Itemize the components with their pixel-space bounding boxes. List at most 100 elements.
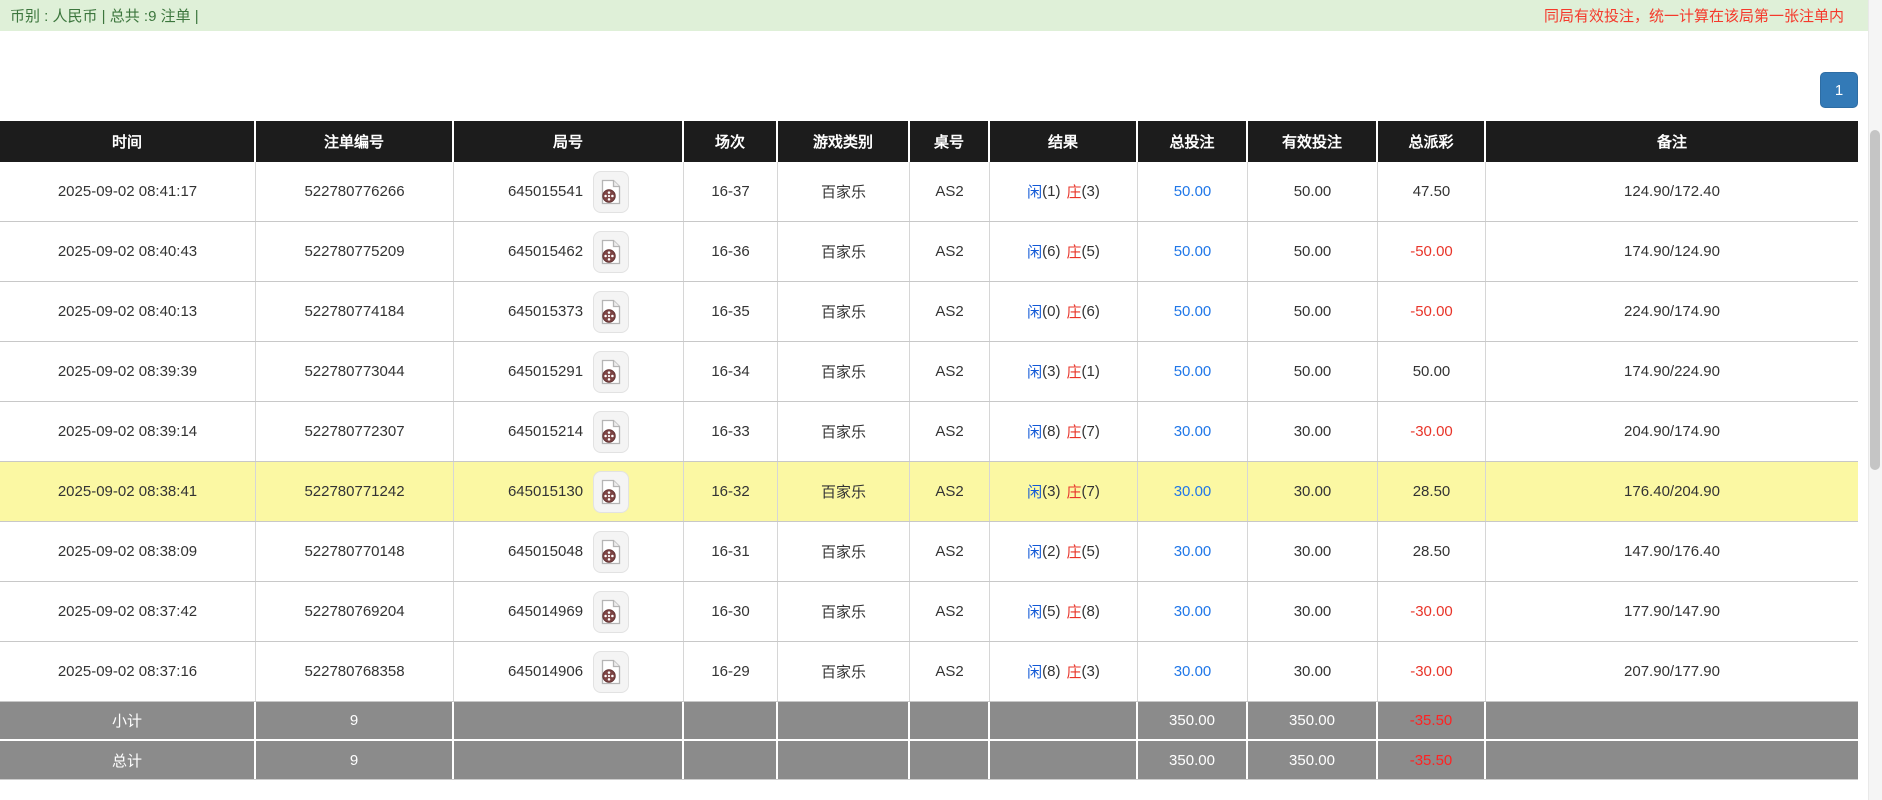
cell-table-no: AS2 [910, 642, 990, 701]
subtotal-row-empty [778, 702, 910, 739]
video-icon-button[interactable] [593, 291, 629, 333]
total-row-payout: -35.50 [1378, 741, 1486, 779]
video-file-icon [600, 299, 622, 325]
payout-value: -30.00 [1410, 603, 1453, 620]
cell-round-no: 645014969 [454, 582, 684, 641]
header-col-bet-no: 注单编号 [256, 121, 454, 162]
subtotal-row-payout: -35.50 [1378, 702, 1486, 739]
banker-score: (1) [1082, 363, 1100, 380]
header-col-round-no: 局号 [454, 121, 684, 162]
payout-value: -30.00 [1410, 423, 1453, 440]
notice-text: 同局有效投注，统一计算在该局第一张注单内 [1544, 5, 1844, 26]
cell-game-type: 百家乐 [778, 462, 910, 521]
banker-score: (7) [1082, 423, 1100, 440]
cell-bet-no: 522780771242 [256, 462, 454, 521]
cell-table-no: AS2 [910, 402, 990, 461]
player-score: (3) [1042, 363, 1060, 380]
cell-valid-bet: 50.00 [1248, 162, 1378, 221]
round-no-text: 645015373 [508, 303, 583, 320]
player-label: 闲 [1027, 181, 1042, 202]
header-col-valid-bet: 有效投注 [1248, 121, 1378, 162]
round-no-text: 645015541 [508, 183, 583, 200]
subtotal-row-total-bet: 350.00 [1138, 702, 1248, 739]
total-row-empty [684, 741, 778, 779]
total-bet-value: 50.00 [1174, 303, 1212, 320]
banker-label: 庄 [1067, 181, 1082, 202]
payout-value: 28.50 [1413, 483, 1451, 500]
video-icon-button[interactable] [593, 411, 629, 453]
round-no-text: 645015130 [508, 483, 583, 500]
video-file-icon [600, 239, 622, 265]
cell-session: 16-33 [684, 402, 778, 461]
currency-summary-text: 币别 : 人民币 | 总共 :9 注单 | [10, 5, 199, 26]
header-col-result: 结果 [990, 121, 1138, 162]
video-icon-button[interactable] [593, 591, 629, 633]
table-row: 2025-09-02 08:37:16522780768358645014906… [0, 642, 1858, 702]
summary-bar: 币别 : 人民币 | 总共 :9 注单 | 同局有效投注，统一计算在该局第一张注… [0, 0, 1868, 31]
player-label: 闲 [1027, 541, 1042, 562]
cell-valid-bet: 50.00 [1248, 342, 1378, 401]
pagination-page-1-button[interactable]: 1 [1820, 72, 1858, 108]
cell-bet-no: 522780773044 [256, 342, 454, 401]
cell-bet-no: 522780772307 [256, 402, 454, 461]
table-row: 2025-09-02 08:37:42522780769204645014969… [0, 582, 1858, 642]
table-row: 2025-09-02 08:38:09522780770148645015048… [0, 522, 1858, 582]
video-icon-button[interactable] [593, 351, 629, 393]
cell-total-bet: 50.00 [1138, 222, 1248, 281]
subtotal-row-empty [990, 702, 1138, 739]
video-file-icon [600, 659, 622, 685]
vertical-scrollbar[interactable] [1868, 0, 1882, 800]
payout-value: -50.00 [1410, 243, 1453, 260]
cell-game-type: 百家乐 [778, 522, 910, 581]
video-icon-button[interactable] [593, 531, 629, 573]
table-row: 2025-09-02 08:41:17522780776266645015541… [0, 162, 1858, 222]
video-icon-button[interactable] [593, 171, 629, 213]
subtotal-row-empty [684, 702, 778, 739]
cell-valid-bet: 30.00 [1248, 462, 1378, 521]
total-bet-value: 50.00 [1174, 243, 1212, 260]
cell-table-no: AS2 [910, 522, 990, 581]
cell-total-bet: 30.00 [1138, 402, 1248, 461]
payout-value: 28.50 [1413, 543, 1451, 560]
total-row-empty [454, 741, 684, 779]
cell-result: 闲(3)庄(7) [990, 462, 1138, 521]
video-icon-button[interactable] [593, 231, 629, 273]
cell-table-no: AS2 [910, 462, 990, 521]
cell-valid-bet: 50.00 [1248, 222, 1378, 281]
player-label: 闲 [1027, 241, 1042, 262]
scrollbar-thumb[interactable] [1870, 130, 1880, 470]
header-col-session: 场次 [684, 121, 778, 162]
cell-result: 闲(3)庄(1) [990, 342, 1138, 401]
cell-total-bet: 30.00 [1138, 642, 1248, 701]
player-score: (3) [1042, 483, 1060, 500]
cell-bet-no: 522780775209 [256, 222, 454, 281]
cell-round-no: 645015373 [454, 282, 684, 341]
payout-value: 47.50 [1413, 183, 1451, 200]
player-score: (8) [1042, 663, 1060, 680]
cell-remark: 147.90/176.40 [1486, 522, 1858, 581]
banker-score: (7) [1082, 483, 1100, 500]
bet-records-table: 时间注单编号局号场次游戏类别桌号结果总投注有效投注总派彩备注 2025-09-0… [0, 121, 1858, 780]
video-file-icon [600, 179, 622, 205]
cell-game-type: 百家乐 [778, 282, 910, 341]
header-col-game-type: 游戏类别 [778, 121, 910, 162]
player-score: (6) [1042, 243, 1060, 260]
video-icon-button[interactable] [593, 651, 629, 693]
cell-bet-no: 522780770148 [256, 522, 454, 581]
video-icon-button[interactable] [593, 471, 629, 513]
cell-game-type: 百家乐 [778, 162, 910, 221]
payout-value: -50.00 [1410, 303, 1453, 320]
cell-total-bet: 50.00 [1138, 342, 1248, 401]
player-score: (8) [1042, 423, 1060, 440]
cell-payout: 50.00 [1378, 342, 1486, 401]
subtotal-row-empty [454, 702, 684, 739]
player-label: 闲 [1027, 481, 1042, 502]
cell-total-bet: 30.00 [1138, 462, 1248, 521]
banker-label: 庄 [1067, 541, 1082, 562]
cell-time: 2025-09-02 08:37:16 [0, 642, 256, 701]
table-row: 2025-09-02 08:40:13522780774184645015373… [0, 282, 1858, 342]
cell-payout: -30.00 [1378, 402, 1486, 461]
cell-round-no: 645015130 [454, 462, 684, 521]
total-row-empty [778, 741, 910, 779]
cell-game-type: 百家乐 [778, 402, 910, 461]
